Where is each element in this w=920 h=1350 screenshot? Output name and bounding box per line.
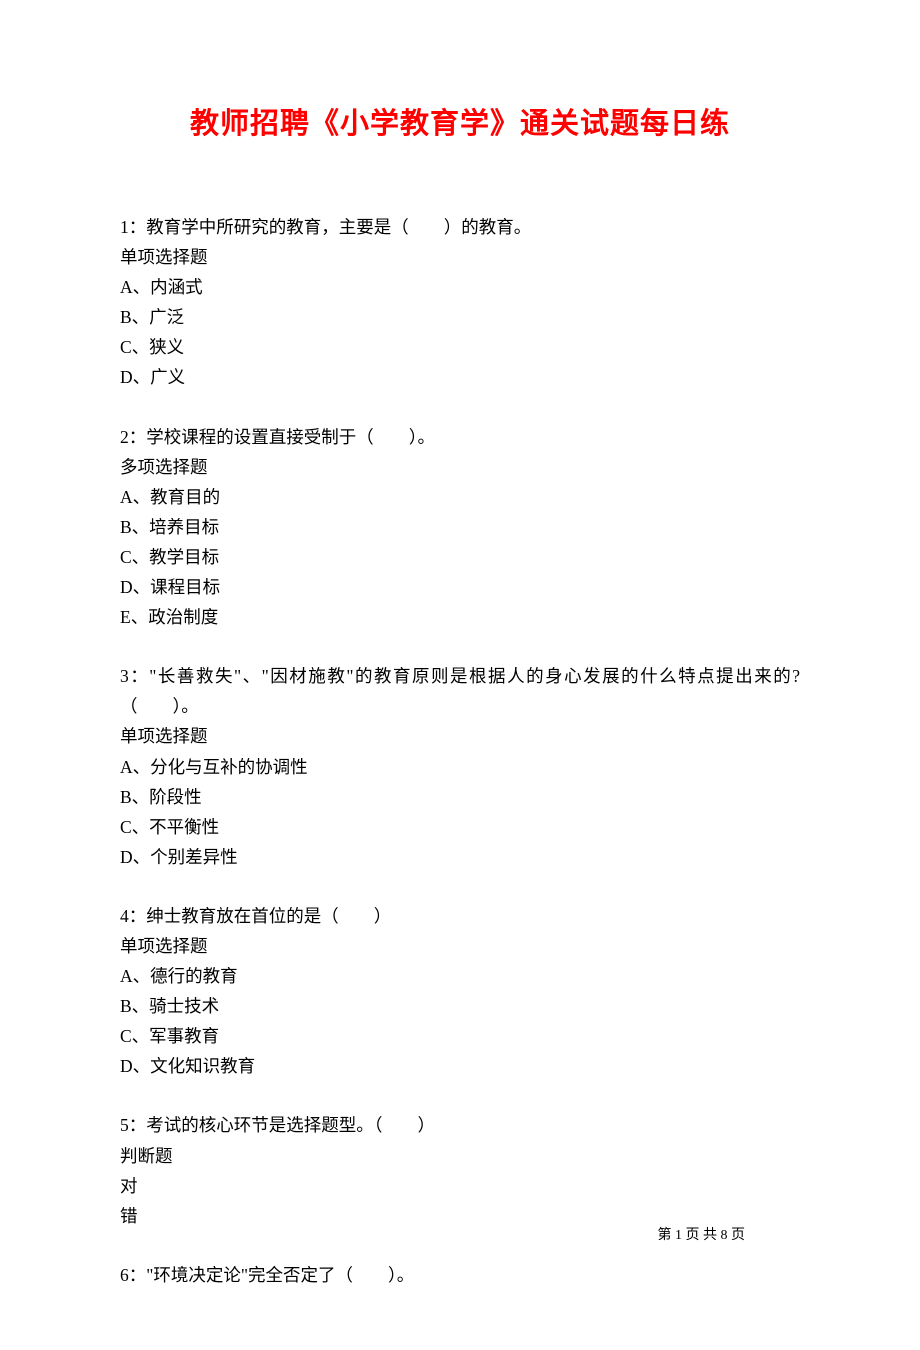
- question-5: 5：考试的核心环节是选择题型。（ ） 判断题 对 错: [120, 1110, 800, 1230]
- option-a: A、教育目的: [120, 482, 800, 512]
- content-body: 1：教育学中所研究的教育，主要是（ ）的教育。 单项选择题 A、内涵式 B、广泛…: [120, 212, 800, 1290]
- question-type: 单项选择题: [120, 242, 800, 272]
- question-4: 4：绅士教育放在首位的是（ ） 单项选择题 A、德行的教育 B、骑士技术 C、军…: [120, 901, 800, 1082]
- option-d: D、文化知识教育: [120, 1051, 800, 1081]
- option-c: C、教学目标: [120, 542, 800, 572]
- question-6: 6："环境决定论"完全否定了（ ）。: [120, 1260, 800, 1290]
- option-d: D、个别差异性: [120, 842, 800, 872]
- option-b: B、阶段性: [120, 782, 800, 812]
- option-c: C、军事教育: [120, 1021, 800, 1051]
- question-text: 4：绅士教育放在首位的是（ ）: [120, 901, 800, 931]
- option-e: E、政治制度: [120, 602, 800, 632]
- option-b: B、培养目标: [120, 512, 800, 542]
- question-1: 1：教育学中所研究的教育，主要是（ ）的教育。 单项选择题 A、内涵式 B、广泛…: [120, 212, 800, 393]
- option-a: A、内涵式: [120, 272, 800, 302]
- option-b: B、广泛: [120, 302, 800, 332]
- question-3: 3："长善救失"、"因材施教"的教育原则是根据人的身心发展的什么特点提出来的?（…: [120, 661, 800, 872]
- option-a: A、分化与互补的协调性: [120, 752, 800, 782]
- option-c: C、不平衡性: [120, 812, 800, 842]
- option-true: 对: [120, 1171, 800, 1201]
- question-text: 2：学校课程的设置直接受制于（ ）。: [120, 422, 800, 452]
- option-d: D、课程目标: [120, 572, 800, 602]
- question-type: 判断题: [120, 1141, 800, 1171]
- question-type: 多项选择题: [120, 452, 800, 482]
- question-text: 3："长善救失"、"因材施教"的教育原则是根据人的身心发展的什么特点提出来的?（…: [120, 661, 800, 721]
- option-b: B、骑士技术: [120, 991, 800, 1021]
- question-text: 5：考试的核心环节是选择题型。（ ）: [120, 1110, 800, 1140]
- document-page: 教师招聘《小学教育学》通关试题每日练 1：教育学中所研究的教育，主要是（ ）的教…: [0, 0, 920, 1350]
- question-type: 单项选择题: [120, 931, 800, 961]
- question-type: 单项选择题: [120, 721, 800, 751]
- question-text: 6："环境决定论"完全否定了（ ）。: [120, 1260, 800, 1290]
- page-title: 教师招聘《小学教育学》通关试题每日练: [120, 100, 800, 142]
- option-c: C、狭义: [120, 332, 800, 362]
- option-a: A、德行的教育: [120, 961, 800, 991]
- option-d: D、广义: [120, 362, 800, 392]
- question-2: 2：学校课程的设置直接受制于（ ）。 多项选择题 A、教育目的 B、培养目标 C…: [120, 422, 800, 633]
- question-text: 1：教育学中所研究的教育，主要是（ ）的教育。: [120, 212, 800, 242]
- page-footer: 第 1 页 共 8 页: [658, 1224, 746, 1244]
